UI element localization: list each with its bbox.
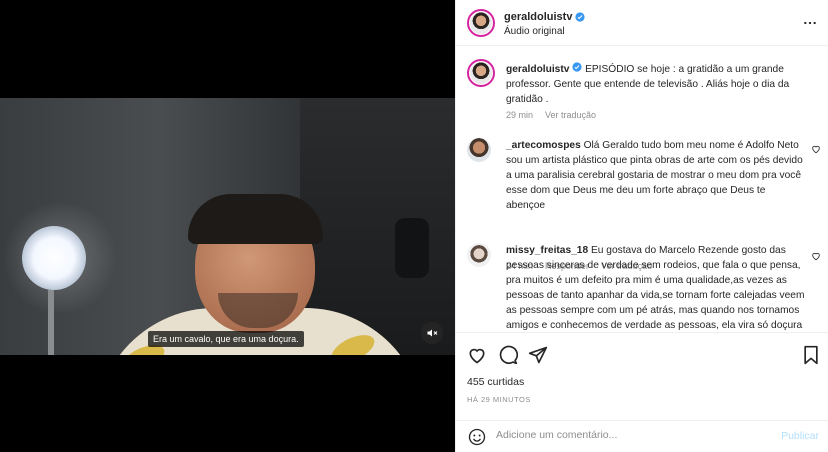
publish-button[interactable]: Publicar: [781, 430, 819, 442]
caption-username[interactable]: geraldoluistv: [506, 64, 569, 75]
like-comment-heart-icon[interactable]: [811, 144, 821, 154]
likes-count[interactable]: 455 curtidas: [467, 376, 524, 388]
microphone: [395, 218, 429, 278]
comment-username[interactable]: missy_freitas_18: [506, 245, 588, 256]
post-sidebar: geraldoluistv Áudio original geraldoluis…: [455, 0, 828, 452]
video-subtitle: Era um cavalo, que era uma doçura.: [148, 331, 304, 347]
author-username[interactable]: geraldoluistv: [504, 11, 572, 23]
person-hair: [188, 194, 323, 244]
comment-text: Eu gostava do Marcelo Rezende gosto das …: [506, 245, 805, 331]
verified-icon: [572, 62, 582, 72]
emoji-icon[interactable]: [468, 428, 486, 446]
caption-time[interactable]: 29 min: [506, 110, 533, 120]
light-stand: [48, 290, 54, 355]
more-options-icon[interactable]: [803, 16, 817, 30]
post-header: geraldoluistv Áudio original: [456, 0, 828, 46]
comments-list[interactable]: geraldoluistv EPISÓDIO se hoje : a grati…: [456, 47, 828, 332]
mute-button[interactable]: [421, 322, 443, 344]
like-heart-icon[interactable]: [467, 345, 487, 365]
video-frame[interactable]: [0, 98, 455, 355]
add-comment-bar: Publicar: [456, 420, 828, 452]
commenter-avatar[interactable]: [467, 138, 491, 162]
share-send-icon[interactable]: [528, 345, 548, 365]
post-media[interactable]: Era um cavalo, que era uma doçura.: [0, 0, 455, 452]
commenter-avatar[interactable]: [467, 243, 491, 267]
comment-username[interactable]: _artecomospes: [506, 140, 581, 151]
studio-light: [22, 226, 86, 290]
caption-avatar[interactable]: [467, 59, 495, 87]
post-timestamp[interactable]: HÁ 29 MINUTOS: [467, 395, 531, 404]
save-bookmark-icon[interactable]: [801, 345, 821, 365]
comment-input[interactable]: [496, 429, 776, 441]
author-avatar[interactable]: [467, 9, 495, 37]
speaker-muted-icon: [427, 329, 438, 337]
post-actions: 455 curtidas HÁ 29 MINUTOS: [456, 332, 828, 420]
audio-label[interactable]: Áudio original: [504, 26, 565, 37]
comment-bubble-icon[interactable]: [498, 345, 518, 365]
see-translation-link[interactable]: Ver tradução: [545, 110, 596, 120]
verified-icon: [575, 12, 586, 22]
like-comment-heart-icon[interactable]: [811, 251, 821, 261]
